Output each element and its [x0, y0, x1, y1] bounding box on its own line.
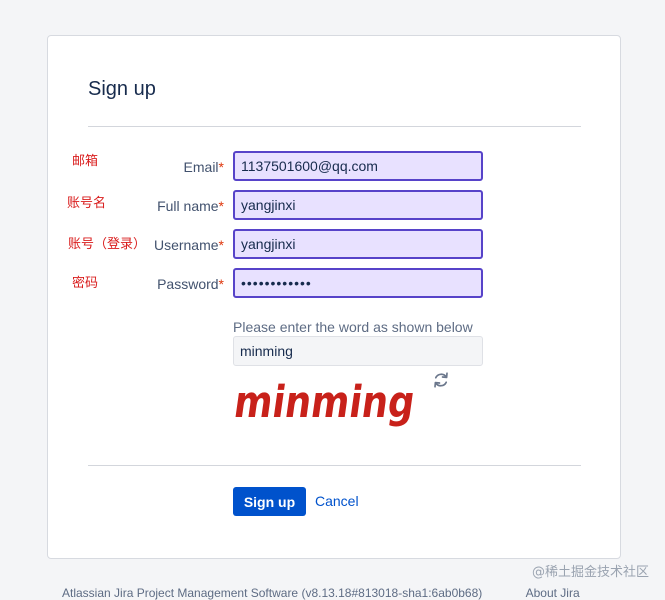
divider-bottom: [88, 465, 581, 466]
username-label: Username*: [153, 237, 224, 253]
about-link[interactable]: About Jira: [526, 586, 580, 600]
divider-top: [88, 126, 581, 127]
fullname-field[interactable]: yangjinxi: [233, 190, 483, 220]
fullname-label: Full name*: [157, 198, 224, 214]
cancel-link[interactable]: Cancel: [315, 493, 359, 510]
watermark: @稀土掘金技术社区: [531, 565, 649, 580]
captcha-text: minming: [233, 377, 418, 427]
captcha-hint: Please enter the word as shown below: [233, 319, 473, 335]
captcha-input[interactable]: minming: [233, 336, 483, 366]
refresh-icon[interactable]: [432, 371, 450, 389]
footer-product-text: Atlassian Jira Project Management Softwa…: [62, 586, 483, 600]
email-label: Email*: [183, 159, 224, 175]
footer: Atlassian Jira Project Management Softwa…: [62, 586, 580, 600]
email-field[interactable]: 1137501600@qq.com: [233, 151, 483, 181]
signup-button[interactable]: Sign up: [233, 487, 306, 516]
captcha-image: minming: [233, 377, 418, 427]
password-label: Password*: [157, 276, 224, 292]
username-field[interactable]: yangjinxi: [233, 229, 483, 259]
password-field[interactable]: ••••••••••••: [233, 268, 483, 298]
page-title: Sign up: [88, 78, 156, 100]
